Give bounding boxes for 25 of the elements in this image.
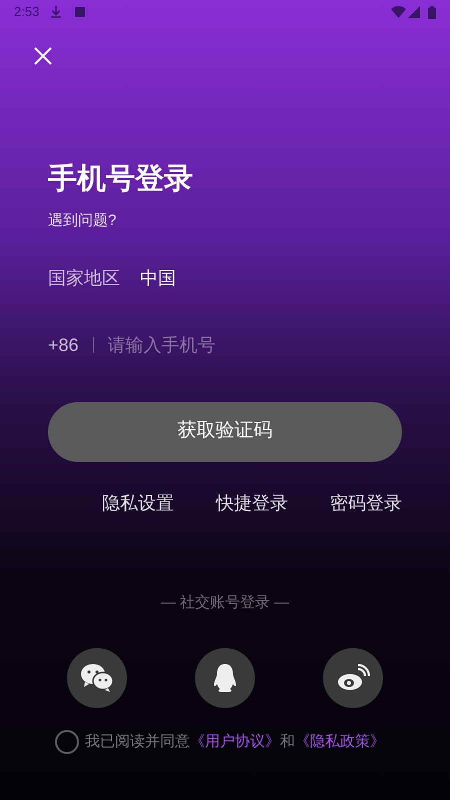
- agreement-checkbox[interactable]: [55, 730, 79, 754]
- wifi-icon: [391, 6, 406, 18]
- wechat-icon: [80, 663, 114, 693]
- login-option-link[interactable]: 密码登录: [330, 490, 402, 516]
- login-option-link[interactable]: 隐私设置: [102, 490, 174, 516]
- download-icon: [51, 6, 62, 18]
- region-selector[interactable]: 中国: [140, 264, 176, 292]
- page-title: 手机号登录: [48, 162, 194, 197]
- policy-link[interactable]: 《用户协议》: [190, 732, 280, 750]
- signal-icon: [408, 6, 420, 18]
- close-button[interactable]: [33, 46, 53, 66]
- status-time: 2:53: [14, 3, 40, 22]
- social-login-heading: — 社交账号登录 —: [160, 592, 290, 612]
- notification-icon: [75, 7, 86, 17]
- phone-input[interactable]: 请输入手机号: [108, 332, 402, 358]
- country-code: +86: [48, 334, 79, 356]
- region-label: 国家地区: [48, 266, 120, 290]
- battery-icon: [428, 6, 436, 18]
- get-code-button[interactable]: 获取验证码: [48, 402, 402, 462]
- login-option-link[interactable]: 快捷登录: [216, 490, 288, 516]
- policy-link[interactable]: 《隐私政策》: [295, 732, 385, 750]
- weibo-icon: [336, 664, 370, 692]
- penguin-icon: [213, 663, 237, 693]
- help-link[interactable]: 遇到问题?: [48, 210, 402, 232]
- agreement-text: 我已阅读并同意《用户协议》和《隐私政策》: [85, 732, 385, 752]
